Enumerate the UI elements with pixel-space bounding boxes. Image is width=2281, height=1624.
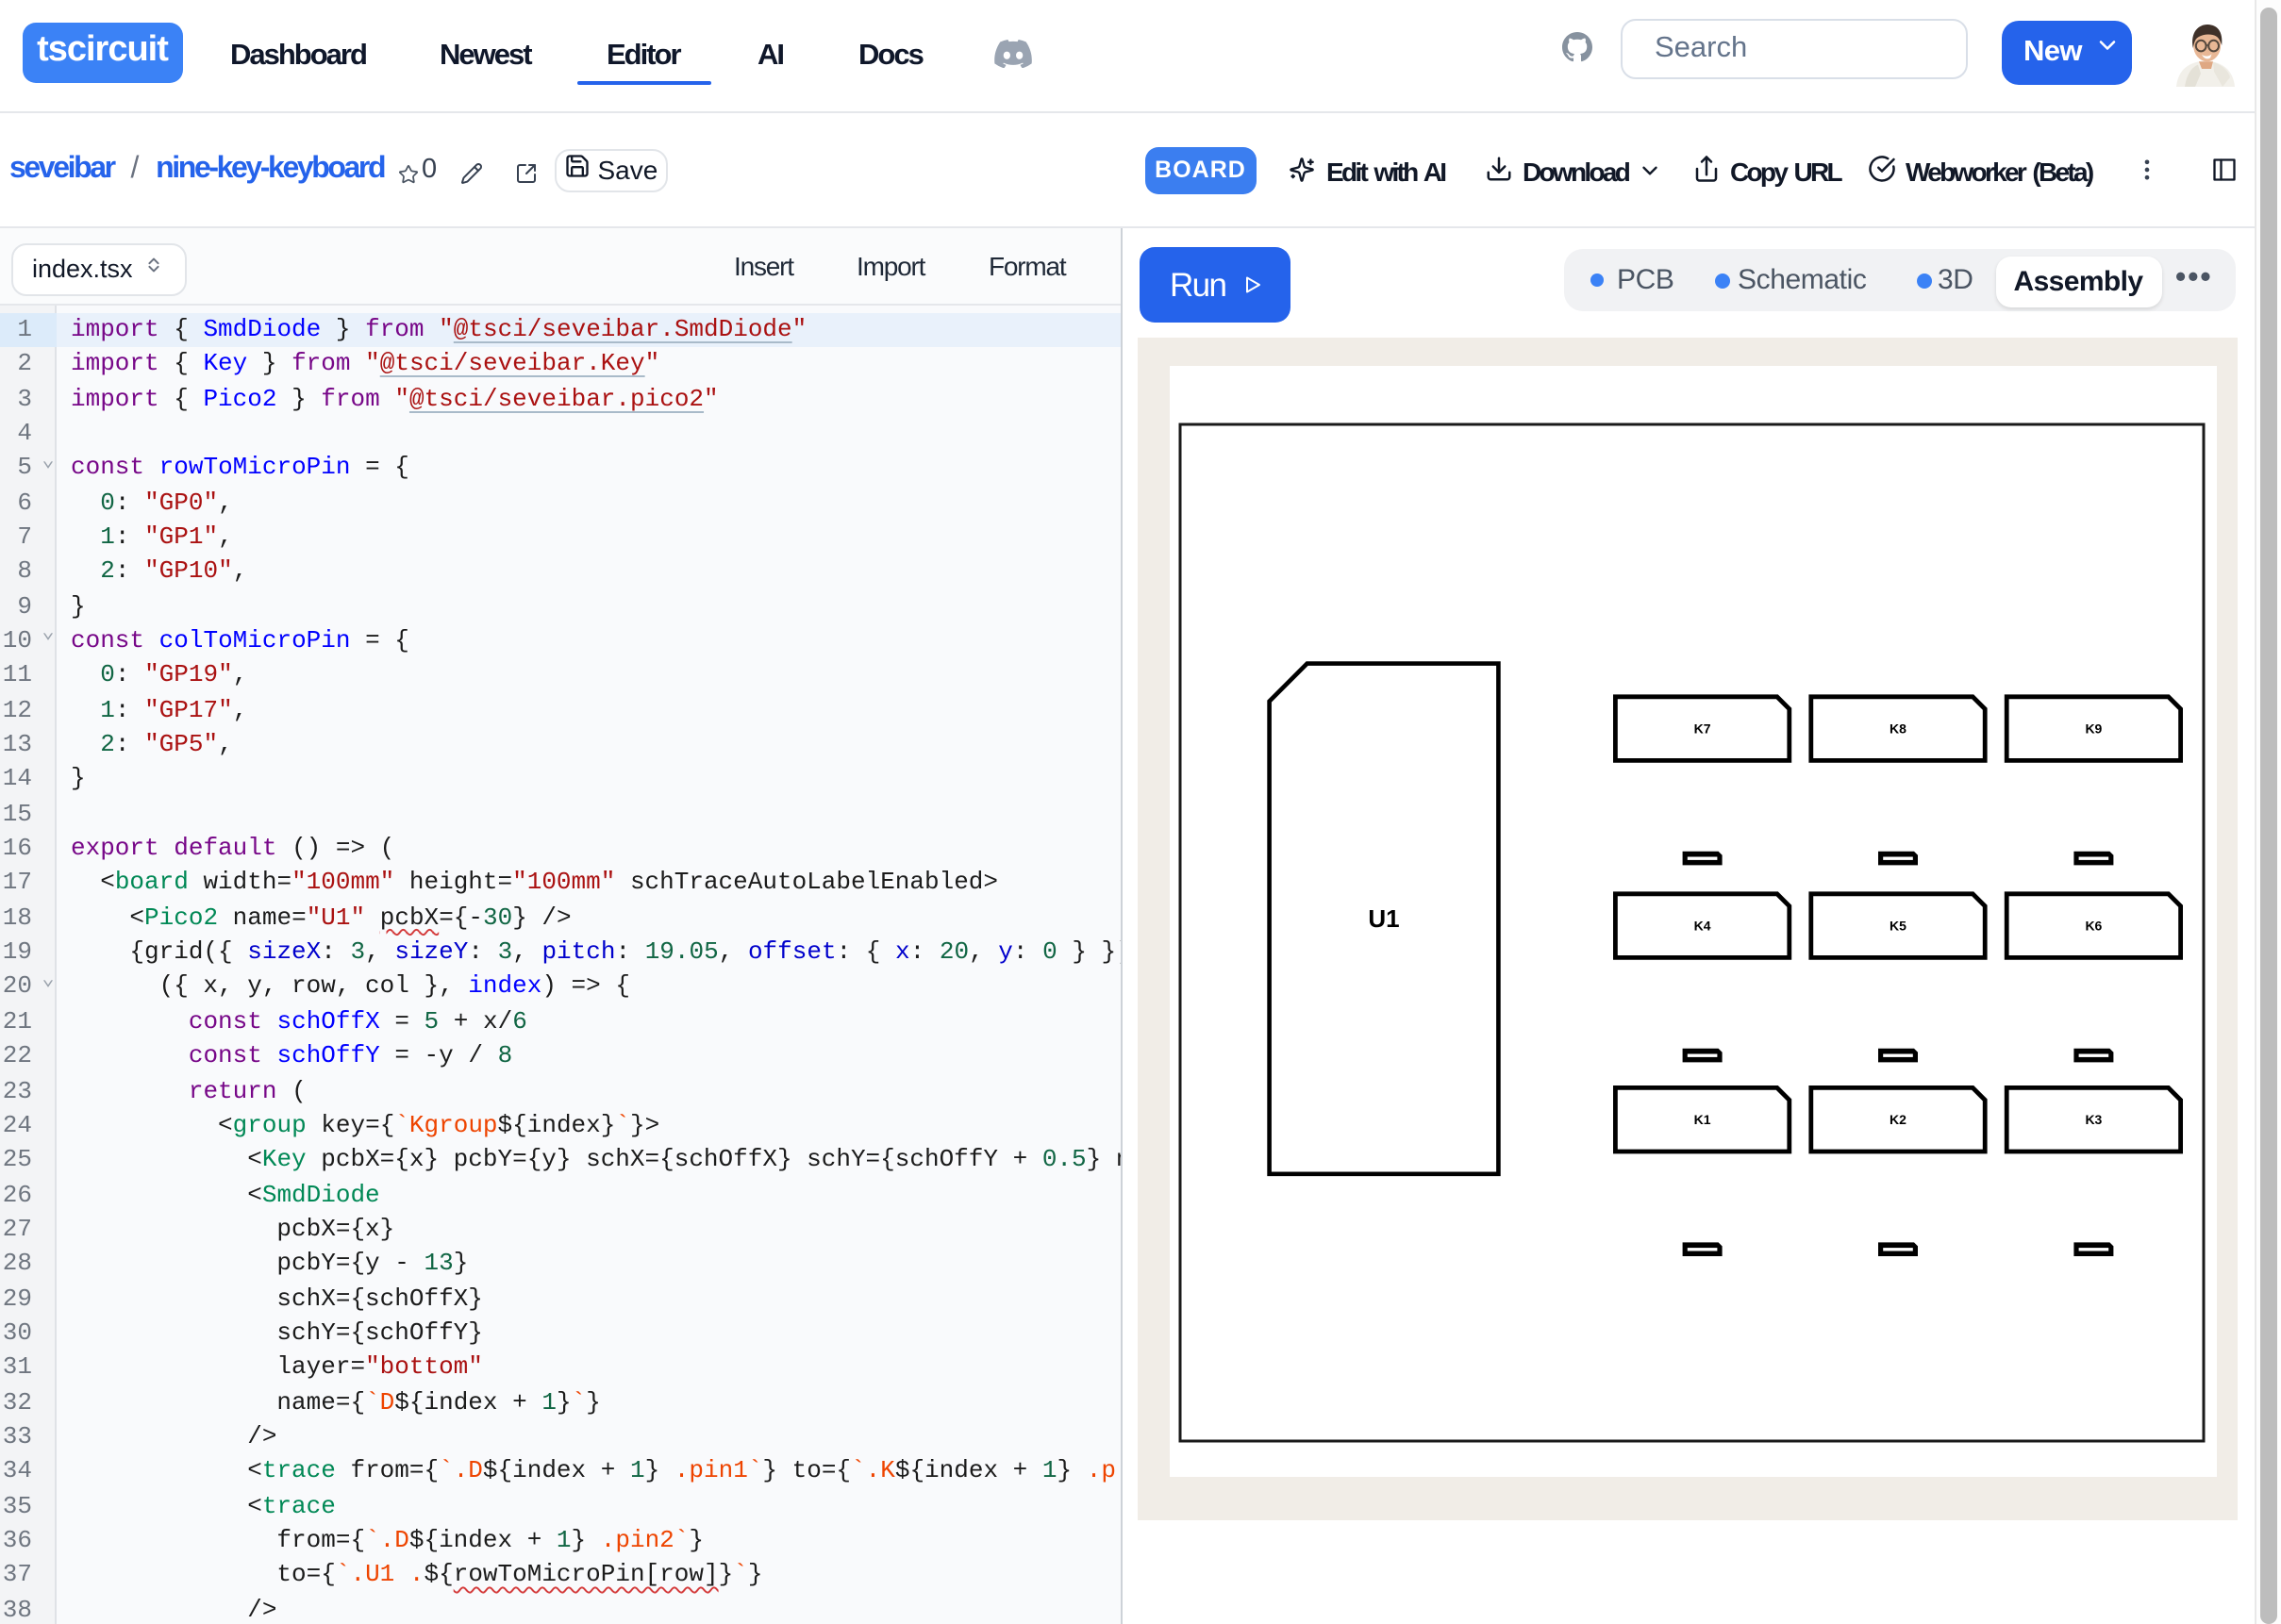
svg-text:K1: K1 <box>1694 1111 1711 1126</box>
svg-text:K5: K5 <box>1890 918 1906 933</box>
svg-text:K8: K8 <box>1890 721 1906 736</box>
svg-text:K4: K4 <box>1694 918 1711 933</box>
svg-text:K2: K2 <box>1890 1111 1906 1126</box>
svg-text:K9: K9 <box>2085 721 2102 736</box>
svg-text:U1: U1 <box>1368 903 1399 932</box>
svg-text:K7: K7 <box>1694 721 1711 736</box>
svg-text:K3: K3 <box>2085 1111 2102 1126</box>
svg-text:K6: K6 <box>2085 918 2102 933</box>
